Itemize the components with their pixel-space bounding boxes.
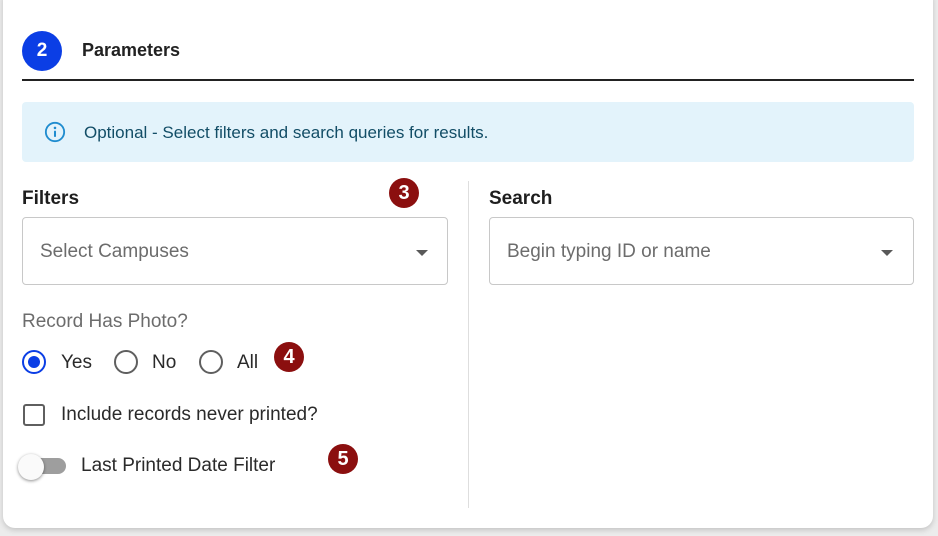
radio-all-label: All bbox=[237, 352, 259, 373]
callout-marker-5: 5 bbox=[328, 444, 358, 474]
search-heading: Search bbox=[489, 188, 553, 209]
last-printed-toggle-label: Last Printed Date Filter bbox=[81, 455, 276, 476]
never-printed-label: Include records never printed? bbox=[61, 404, 318, 425]
radio-yes[interactable] bbox=[22, 350, 46, 374]
column-divider bbox=[468, 181, 469, 508]
photo-group-label: Record Has Photo? bbox=[22, 311, 188, 332]
callout-marker-4: 4 bbox=[274, 342, 304, 372]
step-divider bbox=[22, 79, 914, 81]
step-title: Parameters bbox=[82, 40, 181, 60]
never-printed-checkbox[interactable] bbox=[23, 404, 45, 426]
campus-select-placeholder: Select Campuses bbox=[40, 241, 189, 262]
info-banner-text: Optional - Select filters and search que… bbox=[84, 123, 489, 142]
radio-all[interactable] bbox=[199, 350, 223, 374]
info-circle-icon bbox=[44, 121, 66, 143]
search-input-placeholder: Begin typing ID or name bbox=[507, 241, 711, 262]
radio-yes-label: Yes bbox=[61, 352, 92, 373]
radio-no-label: No bbox=[152, 352, 177, 373]
caret-down-icon[interactable] bbox=[881, 250, 893, 256]
caret-down-icon[interactable] bbox=[416, 250, 428, 256]
callout-marker-3: 3 bbox=[389, 178, 419, 208]
filters-heading: Filters bbox=[22, 188, 80, 209]
step-number-badge: 2 bbox=[22, 31, 62, 71]
last-printed-toggle-thumb[interactable] bbox=[18, 454, 44, 480]
radio-no[interactable] bbox=[114, 350, 138, 374]
